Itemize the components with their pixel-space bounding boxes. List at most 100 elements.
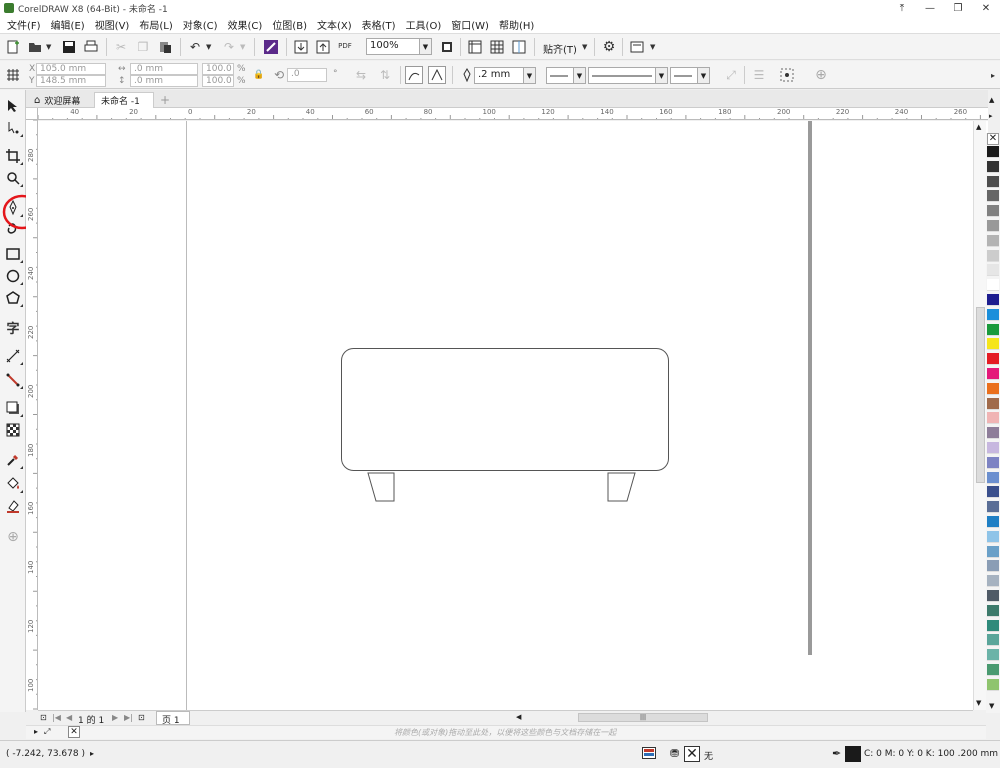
vertical-scroll-thumb[interactable]	[976, 307, 985, 483]
ruler-origin[interactable]	[26, 108, 38, 120]
color-swatch[interactable]	[987, 175, 999, 188]
menu-help[interactable]: 帮助(H)	[496, 17, 541, 32]
color-swatch[interactable]	[987, 486, 999, 499]
y-position-field[interactable]: 148.5 mm	[36, 75, 106, 87]
no-fill-swatch-icon[interactable]: ✕	[68, 726, 80, 738]
color-swatch[interactable]	[987, 323, 999, 336]
color-swatch[interactable]	[987, 604, 999, 617]
to-curve-icon[interactable]	[778, 66, 796, 84]
rotation-angle-field[interactable]: .0	[287, 68, 327, 82]
start-arrowhead-select[interactable]: ▼	[546, 67, 586, 84]
menu-window[interactable]: 窗口(W)	[448, 17, 496, 32]
shape-tool-icon[interactable]	[3, 118, 23, 138]
interactive-fill-tool-icon[interactable]	[3, 474, 23, 494]
color-swatch[interactable]	[987, 427, 999, 440]
redo-dropdown-icon[interactable]: ▼	[240, 43, 245, 51]
color-swatch[interactable]	[987, 649, 999, 662]
end-arrowhead-dropdown-icon[interactable]: ▼	[697, 68, 709, 83]
menu-object[interactable]: 对象(C)	[180, 17, 225, 32]
color-swatch[interactable]	[987, 456, 999, 469]
transparency-tool-icon[interactable]	[3, 420, 23, 440]
color-swatch[interactable]	[987, 353, 999, 366]
zoom-dropdown-icon[interactable]: ▼	[419, 39, 431, 54]
pin-window-button[interactable]: ⤒	[888, 0, 916, 16]
show-guidelines-icon[interactable]	[510, 38, 528, 56]
status-flyout-icon[interactable]: ▸	[90, 749, 94, 758]
add-icon[interactable]: ⊕	[812, 66, 830, 84]
line-style-select[interactable]: ▼	[588, 67, 668, 84]
snap-dropdown-icon[interactable]: ▼	[582, 43, 587, 51]
color-swatch[interactable]	[987, 545, 999, 558]
color-swatch[interactable]	[987, 294, 999, 306]
undo-icon[interactable]: ↶	[186, 38, 204, 56]
application-launcher-icon[interactable]	[628, 38, 646, 56]
wrap-text-icon[interactable]: ☰	[750, 66, 768, 84]
add-tab-button[interactable]: +	[154, 92, 176, 108]
outline-width-dropdown-icon[interactable]: ▼	[523, 68, 535, 83]
add-page-icon[interactable]: ⊡	[138, 713, 145, 722]
end-arrowhead-select[interactable]: ▼	[670, 67, 710, 84]
palette-scroll-down-icon[interactable]: ▼	[989, 702, 994, 710]
pick-tool-icon[interactable]	[3, 96, 23, 116]
color-swatch[interactable]	[987, 279, 999, 292]
color-swatch[interactable]	[987, 412, 999, 425]
paste-icon[interactable]	[156, 38, 174, 56]
go-first-icon[interactable]: |◀	[52, 713, 61, 722]
color-proofing-icon[interactable]	[642, 747, 656, 759]
open-folder-icon[interactable]	[26, 38, 44, 56]
scale-y-field[interactable]: 100.0	[202, 75, 234, 87]
menu-bitmaps[interactable]: 位图(B)	[269, 17, 314, 32]
color-swatch[interactable]	[987, 397, 999, 410]
zoom-level-select[interactable]: 100% ▼	[366, 38, 432, 55]
node-edit-icon[interactable]	[405, 66, 423, 84]
color-swatch[interactable]	[987, 442, 999, 454]
color-swatch[interactable]	[987, 382, 999, 395]
color-swatch[interactable]	[987, 516, 999, 528]
tab-document[interactable]: 未命名 -1	[94, 92, 154, 108]
fill-none-swatch-icon[interactable]: ✕	[684, 746, 700, 762]
color-swatch[interactable]	[987, 190, 999, 203]
menu-tools[interactable]: 工具(O)	[403, 17, 449, 32]
cut-icon[interactable]: ✂	[112, 38, 130, 56]
color-swatch[interactable]	[987, 249, 999, 262]
more-options-icon[interactable]: ▸	[988, 66, 998, 84]
import-icon[interactable]	[292, 38, 310, 56]
scroll-down-icon[interactable]: ▼	[976, 699, 981, 707]
color-swatch[interactable]	[987, 205, 999, 218]
new-document-icon[interactable]	[4, 38, 22, 56]
vertical-scrollbar[interactable]: ▲ ▼	[973, 121, 986, 710]
vertical-ruler[interactable]: 280 260 240 220 200 180 160 140 120 100	[26, 120, 38, 710]
color-swatch[interactable]	[987, 678, 999, 691]
start-arrowhead-dropdown-icon[interactable]: ▼	[573, 68, 585, 83]
snap-to-button[interactable]: 贴齐(T)	[543, 41, 577, 56]
restore-button[interactable]: ❐	[944, 0, 972, 16]
horizontal-scroll-thumb[interactable]: |||	[578, 713, 708, 722]
customize-toolbox-icon[interactable]: ⊕	[3, 527, 23, 547]
palette-flyout-icon[interactable]: ▸	[989, 112, 993, 120]
color-swatch[interactable]	[987, 146, 999, 158]
copy-icon[interactable]: ❐	[134, 38, 152, 56]
open-dropdown-icon[interactable]: ▼	[46, 43, 51, 51]
color-swatch[interactable]	[987, 368, 999, 380]
color-swatch[interactable]	[987, 501, 999, 514]
hscroll-left-icon[interactable]: ◀	[516, 713, 521, 721]
polygon-tool-icon[interactable]	[3, 288, 23, 308]
sofa-left-leg-shape[interactable]	[367, 472, 395, 502]
line-style-dropdown-icon[interactable]: ▼	[655, 68, 667, 83]
search-content-icon[interactable]	[262, 38, 280, 56]
publish-pdf-icon[interactable]: PDF	[336, 37, 354, 55]
sofa-right-leg-shape[interactable]	[607, 472, 636, 502]
export-icon[interactable]	[314, 38, 332, 56]
color-swatch[interactable]	[987, 590, 999, 602]
color-swatch[interactable]	[987, 575, 999, 588]
color-swatch[interactable]	[987, 338, 999, 351]
no-color-swatch-icon[interactable]: ✕	[987, 133, 999, 145]
color-swatch[interactable]	[987, 264, 999, 277]
zoom-tool-icon[interactable]	[3, 168, 23, 188]
color-swatch[interactable]	[987, 560, 999, 573]
drop-shadow-tool-icon[interactable]	[3, 398, 23, 418]
show-grid-icon[interactable]	[488, 38, 506, 56]
eyedropper-icon[interactable]: ⤢	[44, 727, 50, 737]
menu-table[interactable]: 表格(T)	[359, 17, 403, 32]
object-width-field[interactable]: .0 mm	[130, 63, 198, 75]
